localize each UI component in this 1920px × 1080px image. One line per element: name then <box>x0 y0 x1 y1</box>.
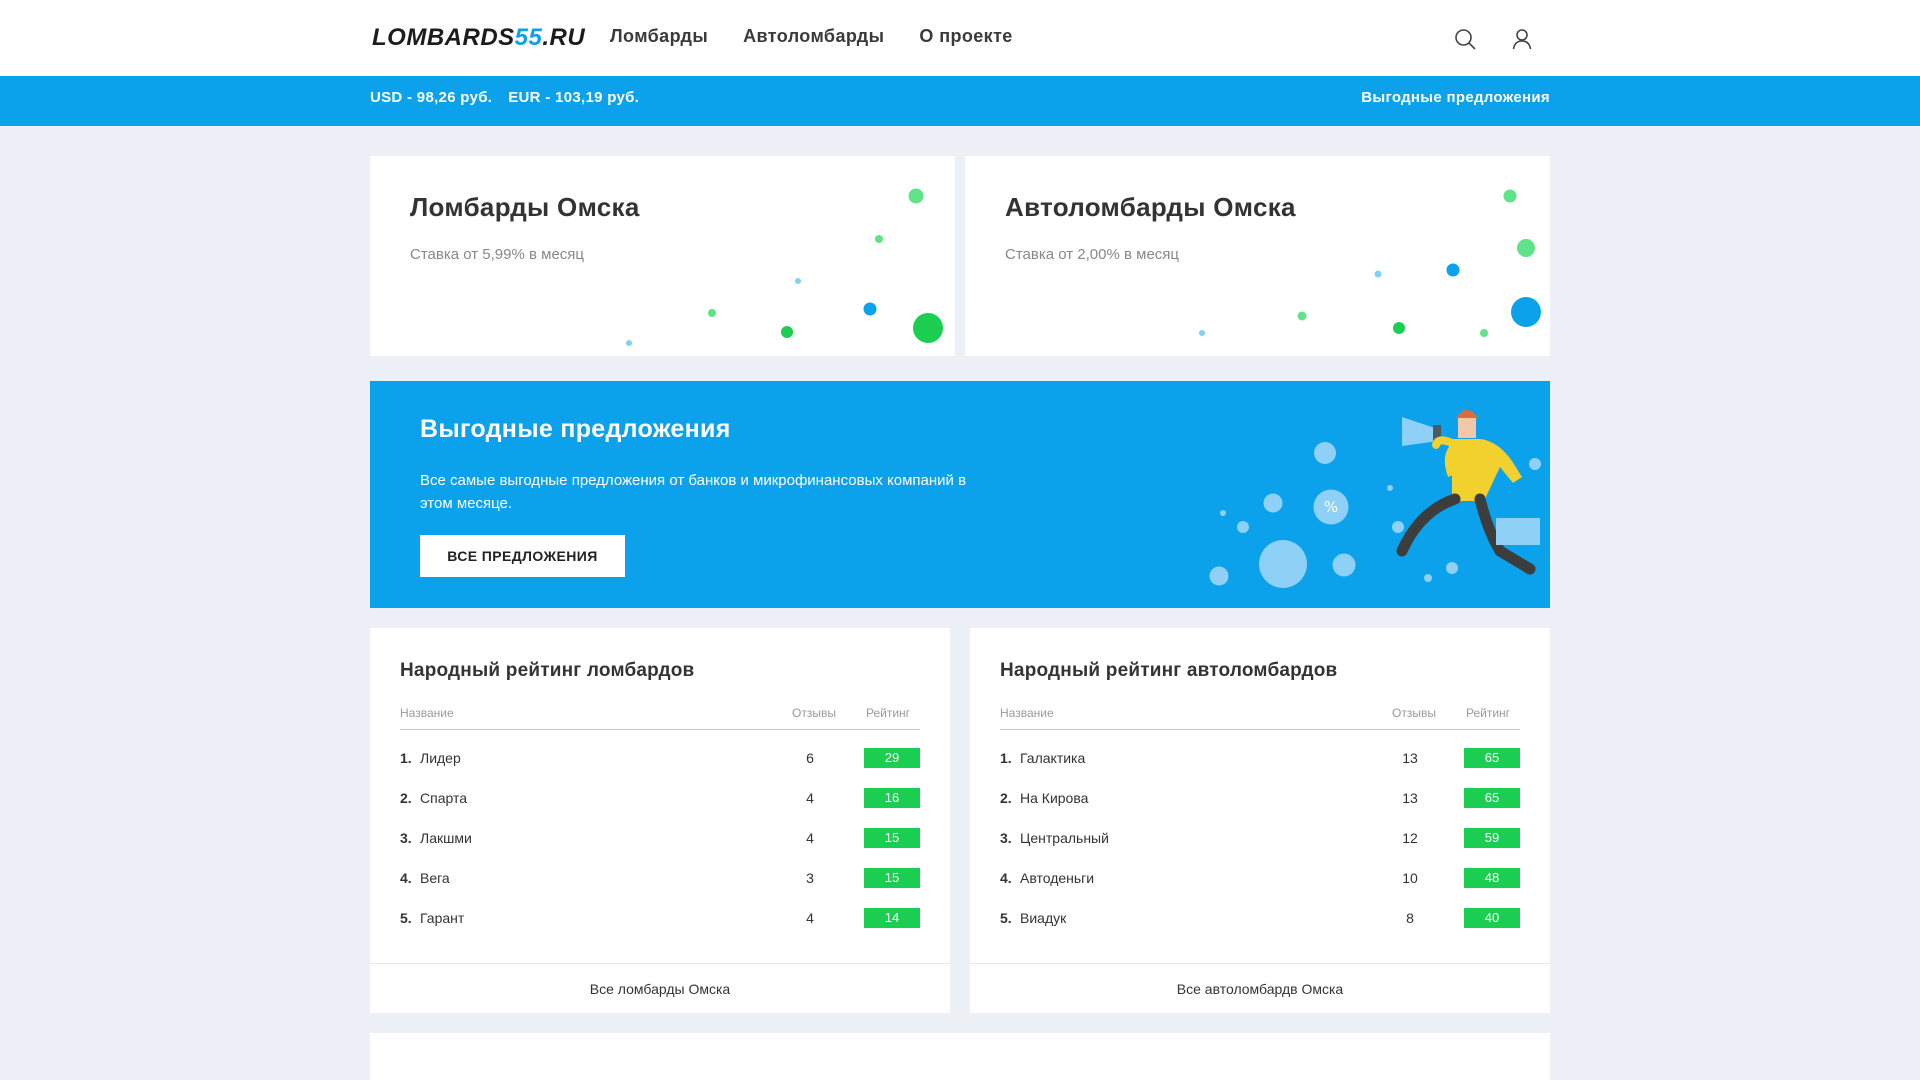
rating-badge: 14 <box>864 908 920 928</box>
table-row[interactable]: 1. Лидер 6 29 <box>400 748 920 790</box>
table-row[interactable]: 1. Галактика 13 65 <box>1000 748 1520 790</box>
row-name[interactable]: Галактика <box>1020 750 1085 766</box>
row-number: 1. <box>1000 750 1012 766</box>
rating-badge: 15 <box>864 828 920 848</box>
row-name[interactable]: Лидер <box>420 750 461 766</box>
lombards-omsk-card[interactable]: Ломбарды Омска Ставка от 5,99% в месяц <box>370 156 955 356</box>
banner-title: Выгодные предложения <box>420 415 731 443</box>
row-reviews: 8 <box>1406 910 1414 926</box>
search-icon[interactable] <box>1453 27 1477 51</box>
row-number: 2. <box>400 790 412 806</box>
rating-title: Народный рейтинг ломбардов <box>400 660 695 681</box>
banner-description: Все самые выгодные предложения от банков… <box>420 472 967 512</box>
running-man-illustration: % <box>1209 410 1541 588</box>
column-header-name: Название <box>400 706 454 720</box>
row-reviews: 6 <box>806 750 814 766</box>
row-reviews: 13 <box>1402 790 1418 806</box>
rating-badge: 59 <box>1464 828 1520 848</box>
row-name[interactable]: Виадук <box>1020 910 1066 926</box>
nav-item-autolombards[interactable]: Автоломбарды <box>743 26 884 47</box>
row-reviews: 12 <box>1402 830 1418 846</box>
row-number: 5. <box>400 910 412 926</box>
row-number: 4. <box>400 870 412 886</box>
rating-badge: 65 <box>1464 788 1520 808</box>
table-row[interactable]: 3. Лакшми 4 15 <box>400 828 920 870</box>
row-name[interactable]: Спарта <box>420 790 467 806</box>
percent-symbol: % <box>1324 498 1338 516</box>
rating-badge: 40 <box>1464 908 1520 928</box>
table-row[interactable]: 2. Спарта 4 16 <box>400 788 920 830</box>
nav-item-about[interactable]: О проекте <box>919 26 1012 47</box>
card-title: Ломбарды Омска <box>410 192 640 222</box>
row-name[interactable]: Автоденьги <box>1020 870 1094 886</box>
row-name[interactable]: Гарант <box>420 910 464 926</box>
offers-link[interactable]: Выгодные предложения <box>1361 89 1550 106</box>
lombards-rating-card: Народный рейтинг ломбардов Название Отзы… <box>370 628 950 1013</box>
row-number: 5. <box>1000 910 1012 926</box>
usd-rate: USD - 98,26 руб. <box>370 89 493 106</box>
column-header-reviews: Отзывы <box>792 706 836 720</box>
nav-item-lombards[interactable]: Ломбарды <box>610 26 708 47</box>
row-name[interactable]: Лакшми <box>420 830 472 846</box>
all-offers-button[interactable]: ВСЕ ПРЕДЛОЖЕНИЯ <box>420 535 625 577</box>
currency-rates: USD - 98,26 руб. EUR - 103,19 руб. <box>370 89 639 106</box>
row-reviews: 4 <box>806 790 814 806</box>
row-name[interactable]: Вега <box>420 870 450 886</box>
table-header: Название Отзывы Рейтинг <box>400 706 920 730</box>
table-row[interactable]: 5. Виадук 8 40 <box>1000 908 1520 950</box>
card-subtitle: Ставка от 5,99% в месяц <box>410 246 585 263</box>
main-nav: Ломбарды Автоломбарды О проекте <box>610 26 1013 47</box>
autolombards-omsk-card[interactable]: Автоломбарды Омска Ставка от 2,00% в мес… <box>965 156 1550 356</box>
row-name[interactable]: Центральный <box>1020 830 1109 846</box>
table-row[interactable]: 2. На Кирова 13 65 <box>1000 788 1520 830</box>
all-lombards-link[interactable]: Все ломбарды Омска <box>370 963 950 1013</box>
table-header: Название Отзывы Рейтинг <box>1000 706 1520 730</box>
next-section-card <box>370 1033 1550 1080</box>
column-header-rating: Рейтинг <box>866 706 911 720</box>
row-number: 2. <box>1000 790 1012 806</box>
rating-badge: 65 <box>1464 748 1520 768</box>
currency-bar: USD - 98,26 руб. EUR - 103,19 руб. Выгод… <box>0 76 1920 126</box>
row-number: 4. <box>1000 870 1012 886</box>
rating-title: Народный рейтинг автоломбардов <box>1000 660 1338 681</box>
row-reviews: 4 <box>806 910 814 926</box>
table-row[interactable]: 3. Центральный 12 59 <box>1000 828 1520 870</box>
table-row[interactable]: 4. Автоденьги 10 48 <box>1000 868 1520 910</box>
rating-table: 1. Лидер 6 29 2. Спарта 4 16 3. Лакшми 4 15 4. Вег… <box>400 748 920 950</box>
rating-badge: 48 <box>1464 868 1520 888</box>
row-number: 1. <box>400 750 412 766</box>
rating-table: 1. Галактика 13 65 2. На Кирова 13 65 3. Центра… <box>1000 748 1520 950</box>
eur-rate: EUR - 103,19 руб. <box>508 89 640 106</box>
rating-badge: 16 <box>864 788 920 808</box>
column-header-reviews: Отзывы <box>1392 706 1436 720</box>
table-row[interactable]: 5. Гарант 4 14 <box>400 908 920 950</box>
row-reviews: 3 <box>806 870 814 886</box>
row-number: 3. <box>400 830 412 846</box>
row-reviews: 4 <box>806 830 814 846</box>
card-title: Автоломбарды Омска <box>1005 192 1296 222</box>
site-header: LOMBARDS55.RU Ломбарды Автоломбарды О пр… <box>0 0 1920 76</box>
autolombards-rating-card: Народный рейтинг автоломбардов Название … <box>970 628 1550 1013</box>
user-icon[interactable] <box>1510 27 1534 51</box>
column-header-rating: Рейтинг <box>1466 706 1511 720</box>
all-autolombards-link[interactable]: Все автоломбардв Омска <box>970 963 1550 1013</box>
offers-banner: Выгодные предложения Все самые выгодные … <box>370 381 1550 608</box>
rating-badge: 15 <box>864 868 920 888</box>
site-logo[interactable]: LOMBARDS55.RU <box>372 24 585 52</box>
card-subtitle: Ставка от 2,00% в месяц <box>1005 246 1180 263</box>
table-row[interactable]: 4. Вега 3 15 <box>400 868 920 910</box>
row-reviews: 10 <box>1402 870 1418 886</box>
row-number: 3. <box>1000 830 1012 846</box>
row-reviews: 13 <box>1402 750 1418 766</box>
rating-badge: 29 <box>864 748 920 768</box>
column-header-name: Название <box>1000 706 1054 720</box>
row-name[interactable]: На Кирова <box>1020 790 1088 806</box>
